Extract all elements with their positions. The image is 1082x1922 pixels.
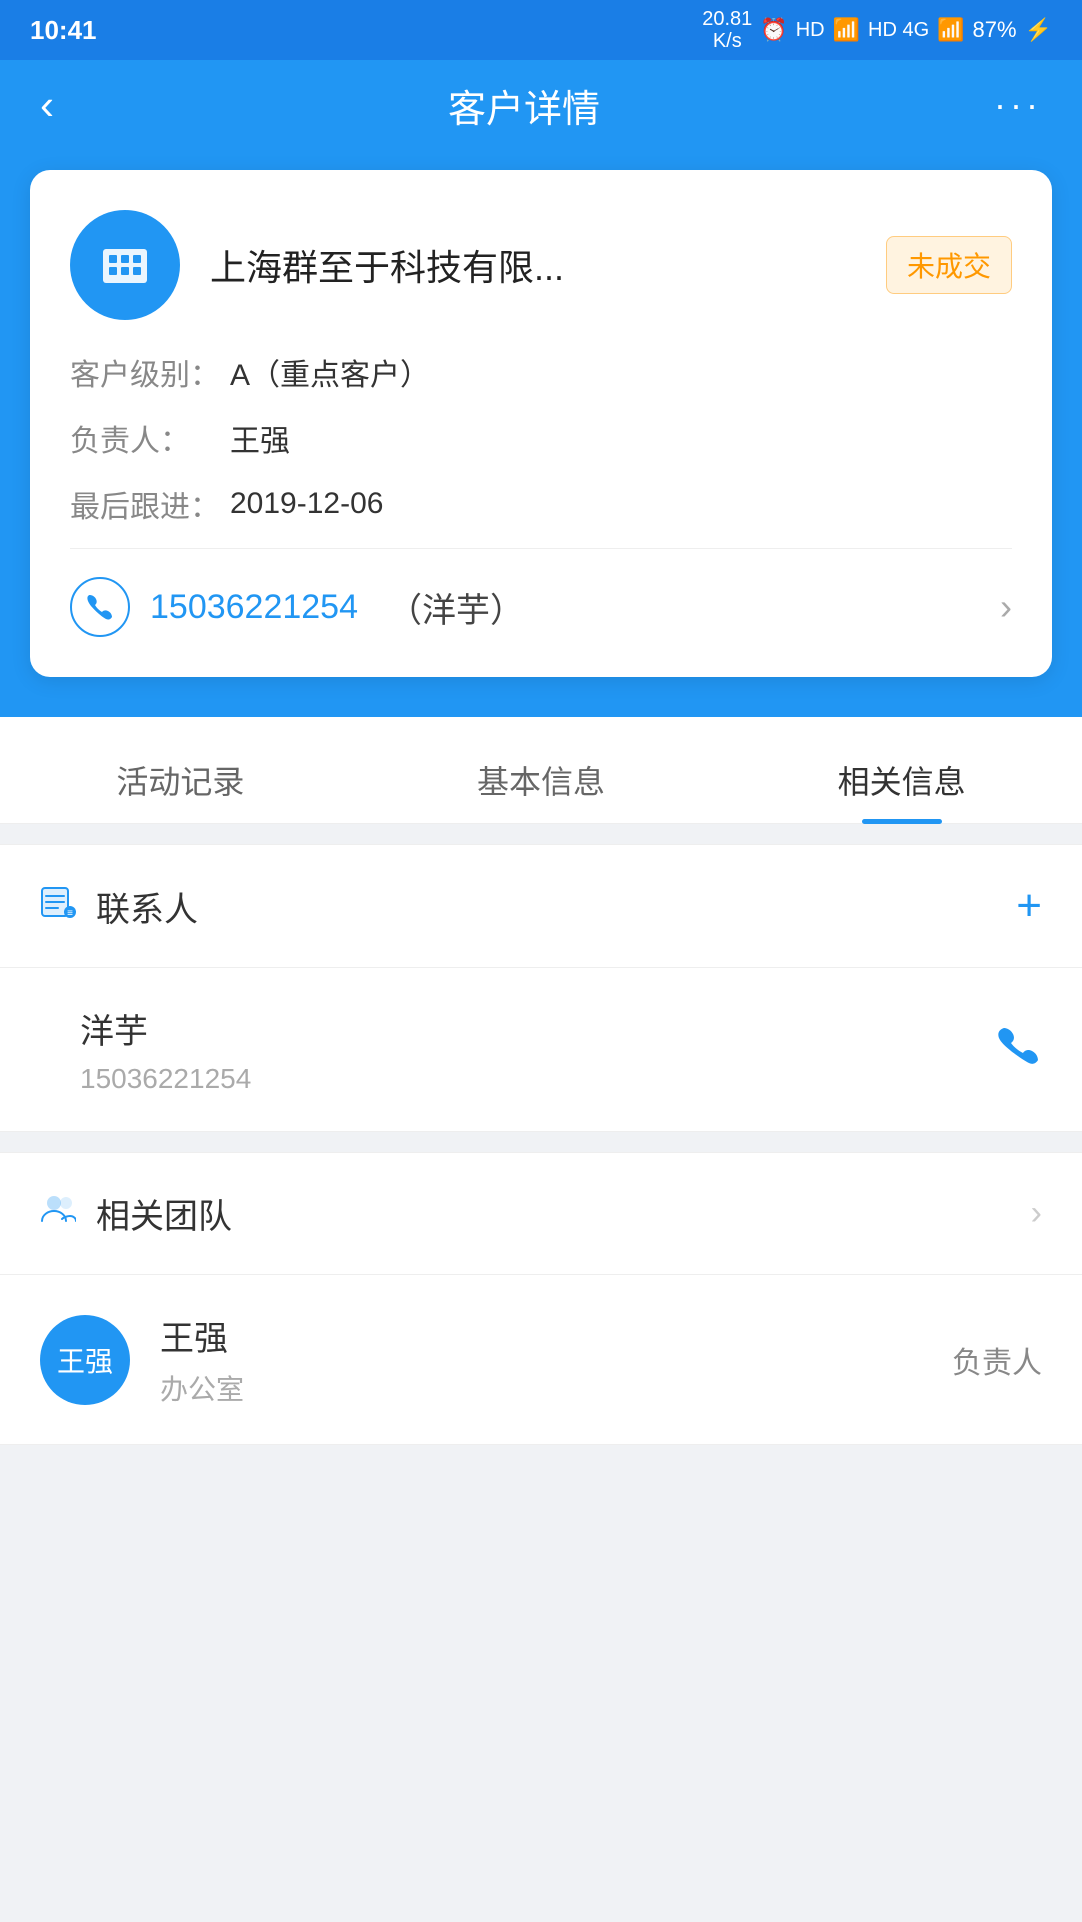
team-member-item: 王强 王强 办公室 负责人 [0, 1275, 1082, 1445]
tab-basic-info[interactable]: 基本信息 [437, 737, 645, 823]
phone-contact-name: （洋芋） [388, 583, 524, 632]
contact-name: 洋芋 [80, 1004, 251, 1053]
contacts-title: 联系人 [96, 882, 198, 931]
member-name: 王强 [160, 1311, 922, 1360]
team-title-group: 相关团队 [40, 1189, 232, 1238]
battery-icon: ⚡ [1025, 17, 1052, 43]
customer-level-row: 客户级别： A（重点客户） [70, 350, 1012, 394]
team-section-header[interactable]: 相关团队 › [0, 1152, 1082, 1275]
tab-related-info[interactable]: 相关信息 [798, 737, 1006, 823]
nav-bar: ‹ 客户详情 ··· [0, 60, 1082, 150]
contacts-title-group: ≡ 联系人 [40, 882, 198, 931]
phone-icon-circle [70, 577, 130, 637]
status-time: 10:41 [30, 15, 97, 46]
call-contact-button[interactable] [994, 1020, 1042, 1079]
content-area: ≡ 联系人 + 洋芋 15036221254 [0, 844, 1082, 1445]
hd-label: HD [796, 19, 825, 42]
level-label: 客户级别： [70, 350, 230, 394]
page-title: 客户详情 [448, 78, 600, 133]
signal-icon: 📶 [833, 17, 860, 43]
customer-card: 上海群至于科技有限... 未成交 客户级别： A（重点客户） 负责人： 王强 最… [30, 170, 1052, 677]
contacts-icon: ≡ [40, 884, 76, 929]
member-dept: 办公室 [160, 1368, 922, 1408]
member-role: 负责人 [952, 1338, 1042, 1382]
tab-activity[interactable]: 活动记录 [76, 737, 284, 823]
hd-4g-label: HD 4G [868, 19, 929, 42]
customer-card-wrapper: 上海群至于科技有限... 未成交 客户级别： A（重点客户） 负责人： 王强 最… [0, 150, 1082, 717]
more-button[interactable]: ··· [994, 84, 1042, 126]
team-icon [40, 1191, 76, 1236]
team-chevron-icon: › [1031, 1194, 1042, 1233]
contacts-section-header: ≡ 联系人 + [0, 844, 1082, 968]
contact-phone: 15036221254 [80, 1063, 251, 1095]
status-badge: 未成交 [886, 236, 1012, 294]
follow-value: 2019-12-06 [230, 487, 383, 521]
team-section: 相关团队 › 王强 王强 办公室 负责人 [0, 1152, 1082, 1445]
tabs-container: 活动记录 基本信息 相关信息 [0, 717, 1082, 824]
add-contact-button[interactable]: + [1016, 881, 1042, 931]
back-button[interactable]: ‹ [40, 81, 54, 129]
network-speed: 20.81K/s [702, 8, 752, 52]
status-bar: 10:41 20.81K/s ⏰ HD 📶 HD 4G 📶 87% ⚡ [0, 0, 1082, 60]
contact-info: 洋芋 15036221254 [80, 1004, 251, 1095]
follow-label: 最后跟进： [70, 482, 230, 526]
phone-left: 15036221254 （洋芋） [70, 577, 524, 637]
team-title: 相关团队 [96, 1189, 232, 1238]
status-right-icons: 20.81K/s ⏰ HD 📶 HD 4G 📶 87% ⚡ [702, 8, 1052, 52]
owner-value: 王强 [230, 416, 290, 460]
phone-number[interactable]: 15036221254 [150, 588, 358, 627]
battery-percent: 87% [973, 17, 1017, 43]
contact-item: 洋芋 15036221254 [0, 968, 1082, 1132]
phone-chevron-icon: › [1000, 586, 1012, 628]
bottom-area [0, 1445, 1082, 1645]
level-value: A（重点客户） [230, 350, 430, 394]
customer-owner-row: 负责人： 王强 [70, 416, 1012, 460]
phone-row[interactable]: 15036221254 （洋芋） › [70, 548, 1012, 637]
customer-header: 上海群至于科技有限... 未成交 [70, 210, 1012, 320]
signal2-icon: 📶 [937, 17, 964, 43]
member-info: 王强 办公室 [160, 1311, 922, 1408]
company-avatar [70, 210, 180, 320]
customer-follow-row: 最后跟进： 2019-12-06 [70, 482, 1012, 526]
svg-text:≡: ≡ [67, 908, 73, 919]
alarm-icon: ⏰ [760, 17, 787, 43]
owner-label: 负责人： [70, 416, 230, 460]
member-avatar: 王强 [40, 1315, 130, 1405]
company-name: 上海群至于科技有限... [210, 239, 856, 291]
